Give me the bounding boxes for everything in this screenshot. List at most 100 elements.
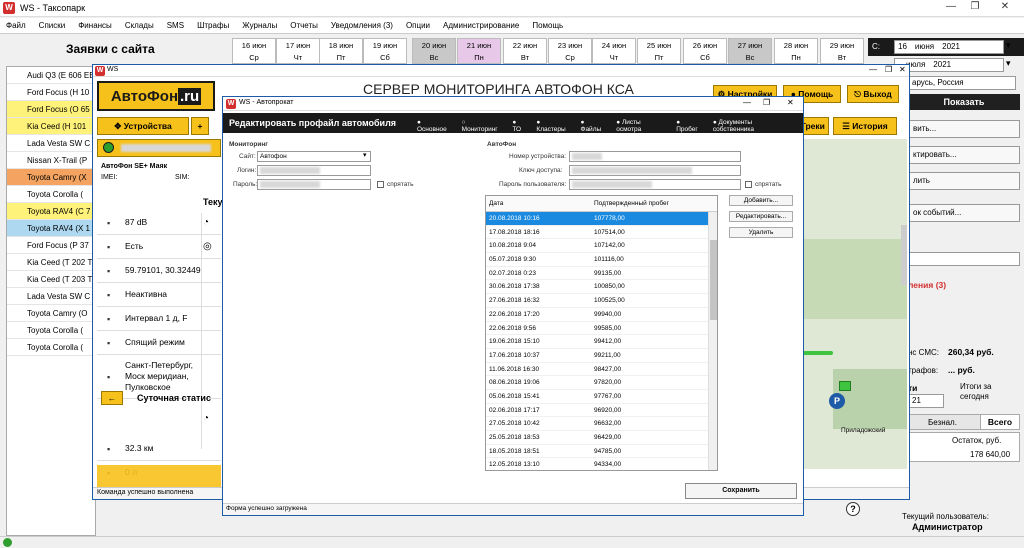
- add-device-button[interactable]: +: [191, 117, 209, 135]
- tab-7[interactable]: ● Документы собственника: [713, 119, 793, 133]
- hide-password-checkbox[interactable]: [377, 181, 384, 188]
- close-icon[interactable]: ✕: [990, 1, 1020, 12]
- list-item[interactable]: Nissan X-Trail (Р: [7, 152, 95, 169]
- table-row[interactable]: 27.06.2018 16:32 100525,00: [486, 294, 717, 308]
- list-item[interactable]: Lada Vesta SW C: [7, 288, 95, 305]
- calendar-day[interactable]: 23 июн Ср: [548, 38, 592, 64]
- list-item[interactable]: Ford Focus (Р 37: [7, 237, 95, 254]
- device-number-input[interactable]: [569, 151, 741, 162]
- table-row[interactable]: 05.06.2018 15:41 97767,00: [486, 390, 717, 404]
- tab-0[interactable]: ● Основное: [417, 119, 452, 133]
- maximize-icon[interactable]: ❐: [960, 1, 990, 12]
- calendar-day[interactable]: 24 июн Чт: [592, 38, 636, 64]
- exit-button[interactable]: ⎋ Выход: [847, 85, 899, 103]
- list-item[interactable]: Toyota Camry (О: [7, 305, 95, 322]
- maximize-icon[interactable]: ❐: [763, 98, 770, 107]
- table-row[interactable]: 17.06.2018 10:37 99211,00: [486, 349, 717, 363]
- table-row[interactable]: 17.08.2018 18:16 107514,00: [486, 226, 717, 240]
- back-arrow-button[interactable]: ←: [101, 391, 123, 405]
- list-item[interactable]: Ford Focus (О 65: [7, 101, 95, 118]
- list-item[interactable]: Ford Focus (Н 10: [7, 84, 95, 101]
- mileage-table[interactable]: Дата Подтвержденный пробег 20.08.2018 10…: [485, 195, 718, 471]
- tab-cashless[interactable]: Безнал.: [928, 418, 957, 427]
- table-row[interactable]: 20.08.2018 10:16 107778,00: [486, 212, 717, 226]
- user-password-input[interactable]: [569, 179, 741, 190]
- menu-help[interactable]: Помощь: [532, 21, 563, 30]
- menu-options[interactable]: Опции: [406, 21, 430, 30]
- calendar-day[interactable]: 22 июн Вт: [503, 38, 547, 64]
- list-item[interactable]: Audi Q3 (Е 606 ЕЕ: [7, 67, 95, 84]
- menu-sms[interactable]: SMS: [167, 21, 184, 30]
- list-item[interactable]: Kia Ceed (Т 203 Т: [7, 271, 95, 288]
- tab-total[interactable]: Всего: [980, 414, 1020, 430]
- menu-fines[interactable]: Штрафы: [197, 21, 229, 30]
- table-scrollbar[interactable]: [708, 212, 717, 470]
- password-input[interactable]: [257, 179, 371, 190]
- calendar-day[interactable]: 20 июн Вс: [412, 38, 456, 64]
- site-select[interactable]: Автофон: [257, 151, 371, 162]
- events-button[interactable]: ок событий...: [908, 204, 1020, 222]
- city-select[interactable]: арусь, Россия: [908, 76, 1016, 90]
- tab-3[interactable]: ● Кластеры: [536, 119, 570, 133]
- menu-admin[interactable]: Администрирование: [443, 21, 519, 30]
- calendar-dropdown-icon[interactable]: ▾: [1006, 58, 1011, 69]
- save-button[interactable]: Сохранить: [685, 483, 797, 499]
- tab-4[interactable]: ● Файлы: [581, 119, 607, 133]
- close-icon[interactable]: ✕: [787, 98, 794, 107]
- menu-notifications[interactable]: Уведомления (3): [331, 21, 393, 30]
- map-area[interactable]: P Приладожский: [793, 139, 907, 469]
- edit-mileage-button[interactable]: Редактировать...: [729, 211, 793, 222]
- table-row[interactable]: 18.05.2018 18:51 94785,00: [486, 445, 717, 459]
- date-to-picker[interactable]: июля 2021: [894, 58, 1004, 72]
- login-input[interactable]: [257, 165, 371, 176]
- minimize-icon[interactable]: —: [869, 65, 877, 74]
- calendar-dropdown-icon[interactable]: ▾: [1006, 40, 1011, 51]
- table-row[interactable]: 02.07.2018 0:23 99135,00: [486, 267, 717, 281]
- add-mileage-button[interactable]: Добавить...: [729, 195, 793, 206]
- list-item[interactable]: Kia Ceed (Н 101: [7, 118, 95, 135]
- menu-reports[interactable]: Отчеты: [290, 21, 318, 30]
- show-button[interactable]: Показать: [908, 94, 1020, 110]
- delete-mileage-button[interactable]: Удалить: [729, 227, 793, 238]
- close-icon[interactable]: ✕: [899, 65, 906, 74]
- calendar-day[interactable]: 28 июн Пн: [774, 38, 818, 64]
- menu-lists[interactable]: Списки: [39, 21, 66, 30]
- tab-6[interactable]: ● Пробег: [676, 119, 703, 133]
- hide-user-password-checkbox[interactable]: [745, 181, 752, 188]
- calendar-day[interactable]: 17 июн Чт: [276, 38, 320, 64]
- table-row[interactable]: 12.05.2018 13:10 94334,00: [486, 458, 717, 470]
- table-row[interactable]: 22.06.2018 9:56 99585,00: [486, 322, 717, 336]
- table-row[interactable]: 30.06.2018 17:38 100850,00: [486, 280, 717, 295]
- table-row[interactable]: 22.06.2018 17:20 99940,00: [486, 308, 717, 322]
- list-item[interactable]: Toyota Corolla (: [7, 186, 95, 203]
- date-from-picker[interactable]: 16 июня 2021: [894, 40, 1004, 54]
- add-button[interactable]: вить...: [908, 120, 1020, 138]
- table-row[interactable]: 11.06.2018 16:30 98427,00: [486, 363, 717, 377]
- calendar-day[interactable]: 19 июн Сб: [363, 38, 407, 64]
- menu-finance[interactable]: Финансы: [78, 21, 112, 30]
- day-picker[interactable]: 21: [908, 394, 944, 408]
- menu-journals[interactable]: Журналы: [242, 21, 277, 30]
- access-key-input[interactable]: [569, 165, 741, 176]
- list-item[interactable]: Kia Ceed (Т 202 Т: [7, 254, 95, 271]
- minimize-icon[interactable]: —: [743, 98, 751, 107]
- delete-button[interactable]: лить: [908, 172, 1020, 190]
- list-item[interactable]: Toyota Camry (Х: [7, 169, 95, 186]
- list-item[interactable]: Toyota Corolla (: [7, 322, 95, 339]
- list-item[interactable]: Toyota RAV4 (С 7: [7, 203, 95, 220]
- calendar-day[interactable]: 29 июн Вт: [820, 38, 864, 64]
- table-row[interactable]: 05.07.2018 9:30 101116,00: [486, 253, 717, 267]
- calendar-day[interactable]: 27 июн Вс: [728, 38, 772, 64]
- table-row[interactable]: 27.05.2018 10:42 96632,00: [486, 417, 717, 431]
- table-row[interactable]: 10.08.2018 9:04 107142,00: [486, 239, 717, 254]
- tab-2[interactable]: ● ТО: [512, 119, 526, 133]
- table-row[interactable]: 08.06.2018 19:06 97820,00: [486, 376, 717, 390]
- menu-warehouses[interactable]: Склады: [125, 21, 154, 30]
- notifications-link[interactable]: ления (3): [908, 280, 946, 290]
- calendar-day[interactable]: 25 июн Пт: [637, 38, 681, 64]
- calendar-day[interactable]: 18 июн Пт: [319, 38, 363, 64]
- table-row[interactable]: 25.05.2018 18:53 96429,00: [486, 431, 717, 445]
- menu-file[interactable]: Файл: [6, 21, 26, 30]
- maximize-icon[interactable]: ❐: [885, 65, 892, 74]
- table-row[interactable]: 19.06.2018 15:10 99412,00: [486, 335, 717, 349]
